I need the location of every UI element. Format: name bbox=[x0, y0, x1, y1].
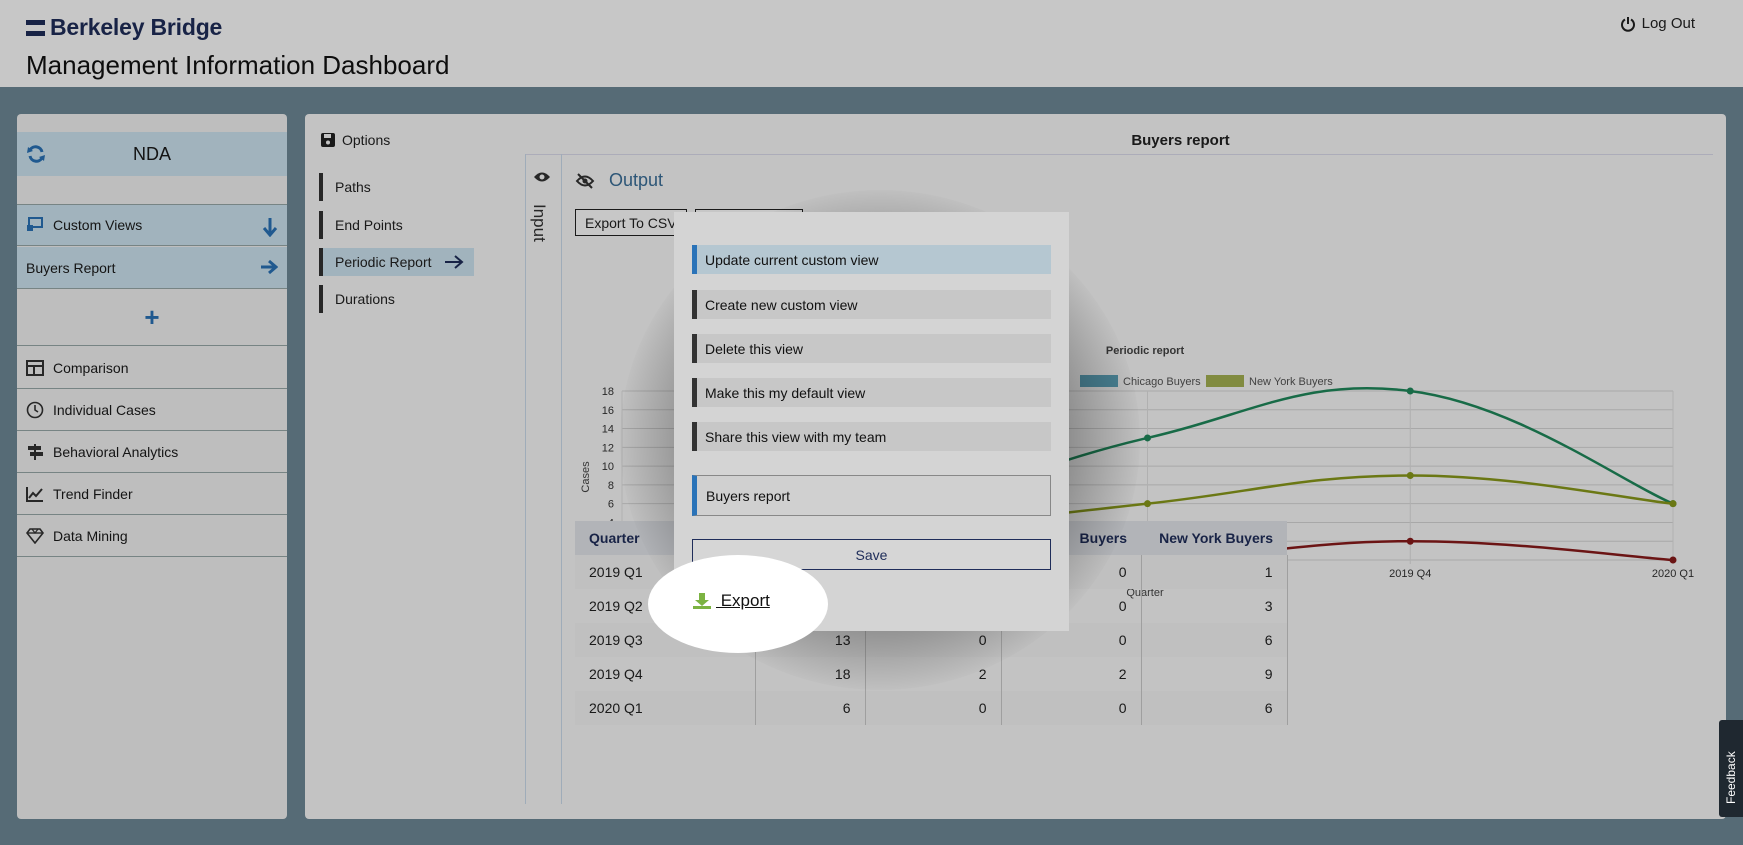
delete-view-option[interactable]: Delete this view bbox=[692, 334, 1051, 363]
download-icon bbox=[693, 593, 711, 609]
create-new-view-option[interactable]: Create new custom view bbox=[692, 290, 1051, 319]
view-name-field[interactable]: Buyers report bbox=[692, 475, 1051, 516]
feedback-tab[interactable]: Feedback bbox=[1719, 720, 1743, 817]
export-label: Export bbox=[716, 591, 770, 610]
update-current-view-option[interactable]: Update current custom view bbox=[692, 245, 1051, 274]
share-view-option[interactable]: Share this view with my team bbox=[692, 422, 1051, 451]
export-link[interactable]: Export bbox=[692, 591, 770, 611]
feedback-label: Feedback bbox=[1724, 751, 1738, 804]
make-default-view-option[interactable]: Make this my default view bbox=[692, 378, 1051, 407]
